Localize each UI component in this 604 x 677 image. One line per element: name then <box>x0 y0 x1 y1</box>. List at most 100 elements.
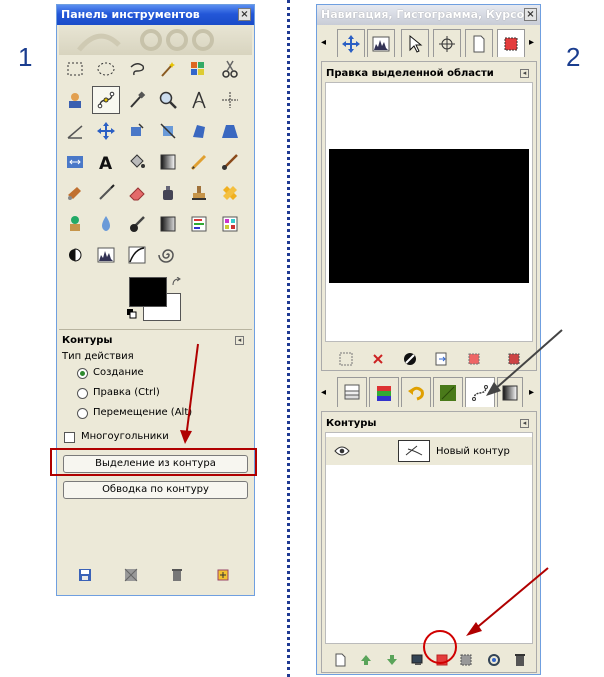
clone-stamp-icon[interactable] <box>187 181 211 205</box>
tab-undo-history[interactable] <box>401 377 431 407</box>
tab-pointer[interactable] <box>401 29 429 57</box>
pencil-icon[interactable] <box>187 150 211 174</box>
paint-along-path-icon[interactable] <box>486 652 502 668</box>
mode-create-radio[interactable] <box>77 368 88 379</box>
ellipse-select-icon[interactable] <box>94 57 118 81</box>
perspective-clone-icon[interactable] <box>63 212 87 236</box>
mode-move-radio[interactable] <box>77 408 88 419</box>
color-balance-icon[interactable] <box>218 212 242 236</box>
eraser-icon[interactable] <box>125 181 149 205</box>
dock-close-button[interactable]: × <box>524 8 537 21</box>
dock-titlebar[interactable]: Навигация, Гистограмма, Курсор × <box>317 5 540 25</box>
toolbox-window: Панель инструментов × A Контуры ◂ Тип де… <box>56 4 255 596</box>
swap-colors-icon[interactable] <box>171 276 181 287</box>
dock-title: Навигация, Гистограмма, Курсор <box>321 8 533 21</box>
heal-icon[interactable] <box>218 181 242 205</box>
toolbox-titlebar[interactable]: Панель инструментов × <box>57 5 254 25</box>
red-arrow-1 <box>180 343 199 444</box>
ink-bottle-icon[interactable] <box>156 181 180 205</box>
tab-selection-editor[interactable] <box>497 29 525 57</box>
paths-tool-icon[interactable] <box>92 86 120 114</box>
measure-angle-icon[interactable] <box>63 119 87 143</box>
delete-path-icon[interactable] <box>512 652 528 668</box>
histogram-icon[interactable] <box>94 243 118 267</box>
select-all-icon[interactable] <box>338 351 354 367</box>
stroke-path-button[interactable]: Обводка по контуру <box>63 481 248 499</box>
save-options-icon[interactable] <box>77 567 93 583</box>
tab-channels[interactable] <box>369 377 399 407</box>
tab-scroll-left-icon[interactable]: ◂ <box>321 37 326 48</box>
threshold-icon[interactable] <box>63 243 87 267</box>
tab-histogram[interactable] <box>367 29 395 57</box>
svg-text:A: A <box>99 154 113 172</box>
color-picker-icon[interactable] <box>125 88 149 112</box>
airbrush-icon[interactable] <box>63 181 87 205</box>
delete-options-icon[interactable] <box>169 567 185 583</box>
new-path-icon[interactable] <box>332 652 348 668</box>
selection-to-path-bottom-icon[interactable] <box>458 652 474 668</box>
fuzzy-select-icon[interactable] <box>156 57 180 81</box>
text-tool-icon[interactable]: A <box>94 150 118 174</box>
duplicate-path-icon[interactable] <box>410 652 426 668</box>
rect-select-icon[interactable] <box>63 57 87 81</box>
foreground-select-icon[interactable] <box>63 88 87 112</box>
toolbox-close-button[interactable]: × <box>238 8 251 21</box>
scissors-icon[interactable] <box>218 57 242 81</box>
tool-options-header: Контуры <box>62 335 113 346</box>
selection-editor-header: Правка выделенной области <box>326 68 494 79</box>
levels-icon[interactable] <box>187 212 211 236</box>
rotate-icon[interactable] <box>187 119 211 143</box>
raise-path-icon[interactable] <box>358 652 374 668</box>
gradient-icon[interactable] <box>156 150 180 174</box>
move-icon[interactable] <box>94 119 118 143</box>
selection-preview-image <box>329 149 529 283</box>
curves-icon[interactable] <box>125 243 149 267</box>
ink-icon[interactable] <box>94 181 118 205</box>
perspective-icon[interactable] <box>218 119 242 143</box>
invert-selection-icon[interactable] <box>402 351 418 367</box>
label-two: 2 <box>566 42 581 72</box>
tab-layers[interactable] <box>337 377 367 407</box>
default-colors-icon[interactable] <box>127 309 137 319</box>
path-name[interactable]: Новый контур <box>436 446 510 457</box>
paintbrush-icon[interactable] <box>218 150 242 174</box>
select-by-color-icon[interactable] <box>187 57 211 81</box>
zoom-icon[interactable] <box>156 88 180 112</box>
dodge-burn-icon[interactable] <box>156 212 180 236</box>
visibility-eye-icon[interactable] <box>334 445 350 460</box>
selection-editor-menu-icon[interactable]: ◂ <box>520 69 529 78</box>
tab-patterns[interactable] <box>433 377 463 407</box>
crop-icon[interactable] <box>156 119 180 143</box>
paths-menu-icon[interactable]: ◂ <box>520 419 529 428</box>
tab-document[interactable] <box>465 29 493 57</box>
reset-options-icon[interactable] <box>215 567 231 583</box>
blur-icon[interactable] <box>94 212 118 236</box>
tab-sample-points[interactable] <box>433 29 461 57</box>
smudge-icon[interactable] <box>125 212 149 236</box>
tab-scroll-right-icon[interactable]: ▸ <box>529 37 534 48</box>
spiral-icon[interactable] <box>156 243 180 267</box>
action-type-label: Тип действия <box>62 351 134 362</box>
tab-navigation[interactable] <box>337 29 365 57</box>
selection-to-path-icon[interactable] <box>434 351 450 367</box>
tool-options-menu-icon[interactable]: ◂ <box>235 336 244 345</box>
toolbox-banner <box>59 25 252 55</box>
foreground-color-swatch-top[interactable] <box>129 277 167 307</box>
polygonal-checkbox[interactable] <box>64 432 75 443</box>
lower-path-icon[interactable] <box>384 652 400 668</box>
move-crosshair-icon[interactable] <box>218 88 242 112</box>
restore-options-icon[interactable] <box>123 567 139 583</box>
lasso-icon[interactable] <box>125 57 149 81</box>
gimp-logo-icon <box>77 29 214 52</box>
bucket-fill-icon[interactable] <box>125 150 149 174</box>
path-row[interactable]: Новый контур <box>326 437 532 465</box>
toolbox-divider <box>59 329 252 330</box>
mode-create-label: Создание <box>93 367 144 378</box>
select-none-icon[interactable] <box>370 351 386 367</box>
tab2-scroll-left-icon[interactable]: ◂ <box>321 387 326 398</box>
flip-icon[interactable] <box>63 150 87 174</box>
mode-edit-radio[interactable] <box>77 388 88 399</box>
measure-icon[interactable] <box>187 88 211 112</box>
label-one: 1 <box>18 42 33 72</box>
align-icon[interactable] <box>125 119 149 143</box>
